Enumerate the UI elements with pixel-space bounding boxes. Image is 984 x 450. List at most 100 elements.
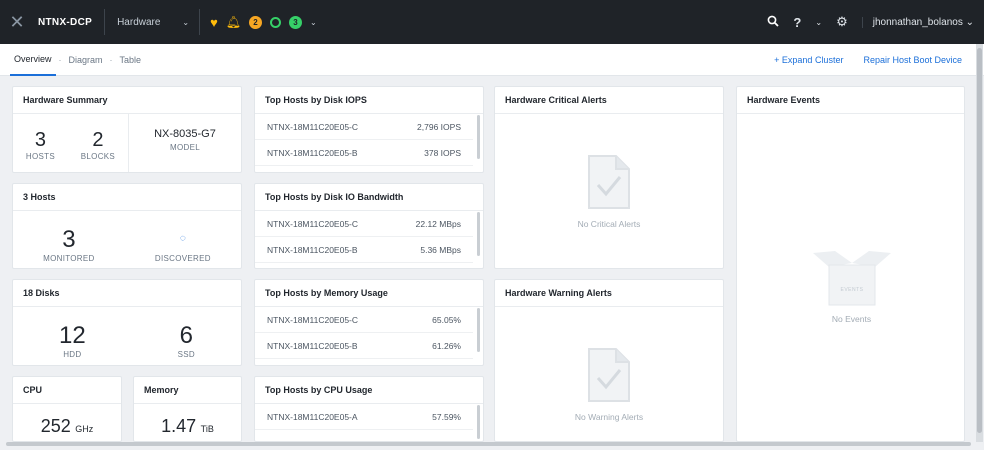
- critical-alerts-panel: Hardware Critical Alerts No Critical Ale…: [494, 86, 724, 269]
- hosts-label: HOSTS: [25, 152, 55, 161]
- search-icon[interactable]: [767, 15, 780, 30]
- user-name: jhonnathan_bolanos: [872, 16, 963, 28]
- metric-value: 65.05%: [432, 314, 461, 325]
- metric-value: 22.12 MBps: [415, 218, 461, 229]
- host-name[interactable]: NTNX-18M11C20E05-C: [267, 315, 358, 325]
- sub-navigation: Overview · Diagram · Table + Expand Clus…: [0, 44, 984, 76]
- panel-title: CPU: [13, 377, 121, 404]
- table-row[interactable]: NTNX-18M11C20E05-C 2,796 IOPS: [255, 114, 473, 140]
- metric-value: 378 IOPS: [424, 147, 461, 158]
- cpu-value: 252: [40, 416, 71, 436]
- hardware-summary-panel: Hardware Summary 3 HOSTS 2 BLOCKS NX-803…: [12, 86, 242, 173]
- loading-spinner-icon: ◌: [179, 233, 186, 244]
- entity-dropdown[interactable]: Hardware ⌄: [105, 9, 201, 35]
- host-name[interactable]: NTNX-18M11C20E05-A: [267, 412, 358, 422]
- monitored-label: MONITORED: [43, 254, 95, 263]
- events-box-label: EVENTS: [840, 287, 864, 293]
- tasks-ring-icon[interactable]: [270, 16, 282, 28]
- top-bar: ✕ NTNX-DCP Hardware ⌄ ♥ 🔔︎ 2 3 ⌄ ? ⌄ ⚙ j…: [0, 0, 984, 44]
- warning-alerts-panel: Hardware Warning Alerts No Warning Alert…: [494, 279, 724, 442]
- subnav-actions: + Expand Cluster Repair Host Boot Device: [774, 55, 984, 65]
- top-hosts-iops-panel: Top Hosts by Disk IOPS NTNX-18M11C20E05-…: [254, 86, 484, 173]
- tasks-count-badge[interactable]: 3: [289, 15, 303, 29]
- chevron-down-icon[interactable]: ⌄: [310, 18, 317, 27]
- hdd-label: HDD: [63, 350, 82, 359]
- scrollbar[interactable]: [477, 115, 480, 159]
- model-label: MODEL: [170, 143, 200, 152]
- empty-message: No Events: [831, 314, 872, 324]
- document-check-icon: [588, 154, 630, 209]
- panel-title: Memory: [134, 377, 241, 404]
- right-tools: ? ⌄ ⚙ jhonnathan_bolanos ⌄: [767, 14, 984, 30]
- scrollbar-thumb[interactable]: [977, 48, 982, 433]
- document-check-icon: [588, 347, 630, 402]
- metric-value: 61.26%: [432, 340, 461, 351]
- memory-panel: Memory 1.47 TiB: [133, 376, 242, 442]
- blocks-label: BLOCKS: [80, 152, 116, 161]
- ssd-count: 6: [179, 322, 194, 349]
- cpu-unit: GHz: [75, 424, 94, 434]
- scrollbar[interactable]: [477, 212, 480, 256]
- empty-state: No Critical Alerts: [495, 114, 723, 267]
- memory-unit: TiB: [200, 424, 214, 434]
- tab-table[interactable]: Table: [116, 44, 146, 76]
- host-name[interactable]: NTNX-18M11C20E05-B: [267, 341, 358, 351]
- panel-title: Hardware Warning Alerts: [495, 280, 723, 307]
- host-name[interactable]: NTNX-18M11C20E05-C: [267, 219, 358, 229]
- host-name[interactable]: NTNX-18M11C20E05-C: [267, 122, 358, 132]
- metric-value: 5.36 MBps: [420, 244, 461, 255]
- panel-title: 3 Hosts: [13, 184, 241, 211]
- page-vertical-scrollbar[interactable]: [976, 44, 983, 442]
- repair-host-boot-device-link[interactable]: Repair Host Boot Device: [863, 55, 962, 65]
- cpu-panel: CPU 252 GHz: [12, 376, 122, 442]
- ssd-label: SSD: [177, 350, 196, 359]
- model-value: NX-8035-G7: [154, 128, 216, 140]
- table-row[interactable]: [255, 430, 473, 441]
- page-horizontal-scrollbar[interactable]: [6, 442, 971, 446]
- tab-separator: ·: [58, 54, 62, 65]
- tab-diagram[interactable]: Diagram: [65, 44, 107, 76]
- panel-title: Hardware Summary: [13, 87, 241, 114]
- table-row[interactable]: NTNX-18M11C20E05-C 65.05%: [255, 307, 473, 333]
- metric-value: 2,796 IOPS: [417, 121, 461, 132]
- table-row[interactable]: NTNX-18M11C20E05-A 57.59%: [255, 404, 473, 430]
- scrollbar[interactable]: [477, 405, 480, 439]
- disks-panel: 18 Disks 12 HDD 6 SSD: [12, 279, 242, 366]
- host-name[interactable]: NTNX-18M11C20E05-B: [267, 245, 358, 255]
- scrollbar[interactable]: [477, 308, 480, 352]
- hosts-count: 3: [34, 129, 46, 151]
- table-row[interactable]: NTNX-18M11C20E05-B 61.26%: [255, 333, 473, 359]
- top-hosts-bandwidth-panel: Top Hosts by Disk IO Bandwidth NTNX-18M1…: [254, 183, 484, 269]
- entity-label: Hardware: [117, 16, 161, 28]
- expand-cluster-link[interactable]: + Expand Cluster: [774, 55, 843, 65]
- panel-title: 18 Disks: [13, 280, 241, 307]
- table-row[interactable]: NTNX-18M11C20E05-C 22.12 MBps: [255, 211, 473, 237]
- empty-message: No Warning Alerts: [574, 411, 644, 422]
- panel-title: Top Hosts by Disk IOPS: [255, 87, 483, 114]
- tab-separator: ·: [109, 54, 113, 65]
- alerts-count-badge[interactable]: 2: [249, 15, 263, 29]
- status-area: ♥ 🔔︎ 2 3 ⌄: [200, 15, 317, 30]
- panel-title: Top Hosts by Disk IO Bandwidth: [255, 184, 483, 211]
- hdd-count: 12: [58, 322, 86, 349]
- empty-state: No Warning Alerts: [495, 307, 723, 440]
- chevron-down-icon[interactable]: ⌄: [815, 18, 822, 27]
- metric-value: 57.59%: [432, 411, 461, 422]
- close-x-icon[interactable]: ✕: [0, 0, 34, 44]
- top-hosts-memory-panel: Top Hosts by Memory Usage NTNX-18M11C20E…: [254, 279, 484, 366]
- table-row[interactable]: NTNX-18M11C20E05-B 5.36 MBps: [255, 237, 473, 263]
- tab-overview[interactable]: Overview: [10, 44, 56, 76]
- host-name[interactable]: NTNX-18M11C20E05-B: [267, 148, 358, 158]
- blocks-count: 2: [92, 129, 104, 151]
- cluster-name[interactable]: NTNX-DCP: [34, 9, 106, 35]
- bell-icon[interactable]: 🔔︎: [226, 15, 241, 29]
- hosts-panel: 3 Hosts 3 MONITORED ◌ DISCOVERED: [12, 183, 242, 269]
- user-menu[interactable]: jhonnathan_bolanos ⌄: [861, 16, 974, 28]
- gear-icon[interactable]: ⚙: [836, 14, 848, 30]
- discovered-label: DISCOVERED: [154, 254, 211, 263]
- help-icon[interactable]: ?: [793, 15, 801, 30]
- table-row[interactable]: NTNX-18M11C20E05-B 378 IOPS: [255, 140, 473, 166]
- heart-pulse-icon[interactable]: ♥: [210, 15, 218, 30]
- panel-title: Hardware Events: [737, 87, 964, 114]
- panel-title: Hardware Critical Alerts: [495, 87, 723, 114]
